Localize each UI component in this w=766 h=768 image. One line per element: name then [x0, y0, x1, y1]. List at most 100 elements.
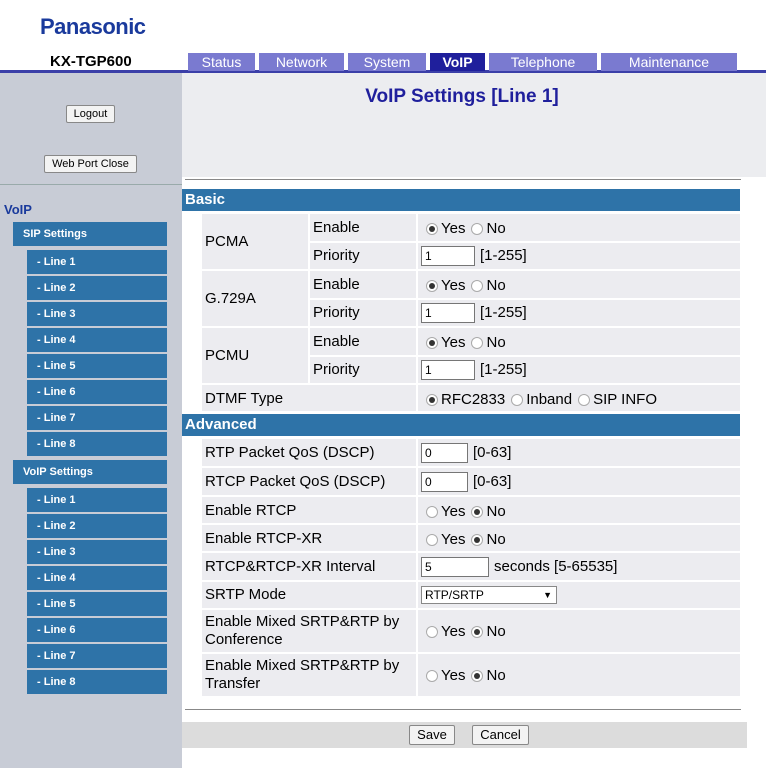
chevron-down-icon: ▼	[543, 590, 552, 600]
tab-system[interactable]: System	[348, 53, 426, 71]
rtp-qos-label: RTP Packet QoS (DSCP)	[205, 444, 375, 461]
sidebar-item-sip-line-5[interactable]: - Line 5	[27, 354, 167, 378]
radio-no-mixed-conf[interactable]	[471, 625, 484, 638]
cancel-button[interactable]: Cancel	[472, 725, 529, 745]
sidebar-item-voip-line-4[interactable]: - Line 4	[27, 566, 167, 590]
section-basic-header: Basic	[182, 189, 740, 211]
srtp-mode-select[interactable]: RTP/SRTP ▼	[421, 586, 557, 604]
radio-yes-pcmu[interactable]	[426, 336, 438, 349]
rtcp-qos-range: [0-63]	[473, 473, 512, 490]
sidebar-item-voip-line-1[interactable]: - Line 1	[27, 488, 167, 512]
srtp-mode-value: RTP/SRTP	[425, 588, 484, 602]
codec-name-g729a: G.729A	[205, 290, 256, 307]
enable-rtcp-xr-label: Enable RTCP-XR	[205, 530, 323, 547]
radio-no-pcma[interactable]	[471, 222, 484, 235]
rtcp-interval-input[interactable]: 5	[421, 557, 489, 577]
mixed-transfer-label: Enable Mixed SRTP&RTP by Transfer	[205, 657, 399, 693]
radio-yes-mixed-transfer[interactable]	[426, 669, 438, 682]
radio-no-rtcp-xr[interactable]	[471, 533, 484, 546]
radio-no-label: No	[486, 623, 506, 640]
radio-yes-rtcp[interactable]	[426, 505, 438, 518]
radio-no-mixed-transfer[interactable]	[471, 669, 484, 682]
tab-telephone[interactable]: Telephone	[489, 53, 597, 71]
save-button[interactable]: Save	[409, 725, 455, 745]
sidebar: Logout Web Port Close VoIP SIP Settings …	[0, 73, 182, 768]
priority-range-g729a: [1-255]	[480, 304, 527, 321]
sidebar-item-voip-line-2[interactable]: - Line 2	[27, 514, 167, 538]
web-port-close-button[interactable]: Web Port Close	[44, 155, 137, 173]
enable-radio-g729a: Yes No	[426, 277, 512, 294]
radio-yes-label: Yes	[441, 623, 466, 640]
priority-label-pcmu: Priority	[313, 361, 360, 378]
rtcp-interval-label: RTCP&RTCP-XR Interval	[205, 558, 376, 575]
radio-no-label: No	[486, 503, 506, 520]
mixed-transfer-label-line1: Enable Mixed SRTP&RTP by	[205, 657, 400, 674]
priority-label-g729a: Priority	[313, 304, 360, 321]
radio-yes-label: Yes	[441, 503, 466, 520]
sidebar-item-voip-settings[interactable]: VoIP Settings	[13, 460, 167, 484]
radio-yes-pcma[interactable]	[426, 222, 438, 235]
sidebar-item-voip-line-8[interactable]: - Line 8	[27, 670, 167, 694]
sidebar-item-sip-line-4[interactable]: - Line 4	[27, 328, 167, 352]
sidebar-section-title: VoIP	[4, 202, 32, 217]
codec-name-pcmu: PCMU	[205, 347, 250, 364]
enable-label-g729a: Enable	[313, 276, 360, 293]
radio-inband-label: Inband	[526, 391, 573, 408]
sidebar-item-sip-line-3[interactable]: - Line 3	[27, 302, 167, 326]
page-title: VoIP Settings [Line 1]	[365, 86, 559, 107]
enable-radio-pcmu: Yes No	[426, 334, 512, 351]
enable-rtcp-label: Enable RTCP	[205, 502, 297, 519]
priority-input-pcmu[interactable]: 1	[421, 360, 475, 380]
radio-no-pcmu[interactable]	[471, 336, 484, 349]
radio-rfc2833-label: RFC2833	[441, 391, 506, 408]
tab-voip[interactable]: VoIP	[430, 53, 485, 71]
radio-yes-label: Yes	[441, 334, 466, 351]
priority-label-pcma: Priority	[313, 247, 360, 264]
sidebar-item-voip-line-3[interactable]: - Line 3	[27, 540, 167, 564]
mixed-conference-label-line2: Conference	[205, 631, 283, 648]
rtcp-qos-input[interactable]: 0	[421, 472, 468, 492]
enable-rtcp-xr-radio: Yes No	[426, 531, 512, 548]
radio-rfc2833[interactable]	[426, 393, 438, 406]
radio-no-label: No	[486, 220, 506, 237]
radio-no-label: No	[486, 531, 506, 548]
tab-status[interactable]: Status	[188, 53, 255, 71]
sidebar-item-sip-line-8[interactable]: - Line 8	[27, 432, 167, 456]
sidebar-item-sip-line-2[interactable]: - Line 2	[27, 276, 167, 300]
priority-input-g729a[interactable]: 1	[421, 303, 475, 323]
radio-yes-rtcp-xr[interactable]	[426, 533, 438, 546]
logout-button[interactable]: Logout	[66, 105, 115, 123]
footer-bar	[182, 722, 747, 748]
sidebar-item-sip-line-7[interactable]: - Line 7	[27, 406, 167, 430]
tab-maintenance[interactable]: Maintenance	[601, 53, 737, 71]
sidebar-item-voip-line-7[interactable]: - Line 7	[27, 644, 167, 668]
srtp-mode-label: SRTP Mode	[205, 586, 287, 603]
radio-yes-mixed-conf[interactable]	[426, 625, 438, 638]
sidebar-item-sip-line-6[interactable]: - Line 6	[27, 380, 167, 404]
sidebar-item-sip-line-1[interactable]: - Line 1	[27, 250, 167, 274]
rtcp-interval-range: seconds [5-65535]	[494, 558, 618, 575]
sidebar-divider	[0, 184, 182, 185]
radio-inband[interactable]	[511, 393, 524, 406]
tab-network[interactable]: Network	[259, 53, 344, 71]
priority-range-pcma: [1-255]	[480, 247, 527, 264]
brand-logo: Panasonic	[40, 14, 146, 39]
radio-no-label: No	[486, 334, 506, 351]
radio-no-g729a[interactable]	[471, 279, 484, 292]
mixed-transfer-label-line2: Transfer	[205, 675, 261, 692]
radio-sip-info-label: SIP INFO	[593, 391, 657, 408]
radio-yes-label: Yes	[441, 220, 466, 237]
sidebar-item-sip-settings[interactable]: SIP Settings	[13, 222, 167, 246]
enable-rtcp-radio: Yes No	[426, 503, 512, 520]
radio-yes-g729a[interactable]	[426, 279, 438, 292]
priority-input-pcma[interactable]: 1	[421, 246, 475, 266]
enable-label-pcma: Enable	[313, 219, 360, 236]
sidebar-item-voip-line-6[interactable]: - Line 6	[27, 618, 167, 642]
radio-no-rtcp[interactable]	[471, 505, 484, 518]
radio-sip-info[interactable]	[578, 393, 591, 406]
model-name: KX-TGP600	[50, 53, 132, 70]
dtmf-type-label: DTMF Type	[205, 390, 284, 407]
rtcp-qos-label: RTCP Packet QoS (DSCP)	[205, 473, 386, 490]
sidebar-item-voip-line-5[interactable]: - Line 5	[27, 592, 167, 616]
rtp-qos-input[interactable]: 0	[421, 443, 468, 463]
